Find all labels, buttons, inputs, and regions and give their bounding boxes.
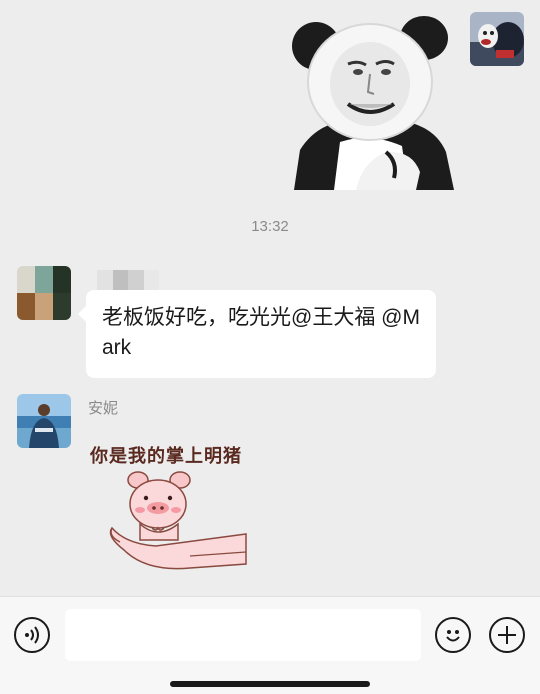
voice-icon[interactable]: [14, 617, 50, 653]
pig-in-hand-sticker-icon[interactable]: 你是我的掌上明猪: [86, 436, 252, 576]
input-bar: [0, 596, 540, 694]
message-timestamp: 13:32: [251, 218, 289, 235]
chat-screen: 13:32 老板饭好吃，吃光光@王大福 @Mark 安妮 你是我的掌上明猪: [0, 0, 540, 694]
message-bubble[interactable]: 老板饭好吃，吃光光@王大福 @Mark: [78, 290, 436, 378]
sender-name: 安妮: [88, 400, 119, 417]
message-input[interactable]: [65, 609, 421, 661]
blurred-avatar-icon[interactable]: [17, 266, 71, 320]
emoji-icon[interactable]: [435, 617, 471, 653]
home-indicator: [170, 681, 370, 687]
panda-meme-sticker-icon[interactable]: [286, 12, 456, 190]
beach-person-avatar-icon[interactable]: [17, 394, 71, 448]
blurred-sender-name: [97, 270, 159, 290]
dog-avatar-icon[interactable]: [470, 12, 524, 66]
plus-icon[interactable]: [489, 617, 525, 653]
message-text: 老板饭好吃，吃光光@王大福 @Mark: [102, 306, 420, 359]
